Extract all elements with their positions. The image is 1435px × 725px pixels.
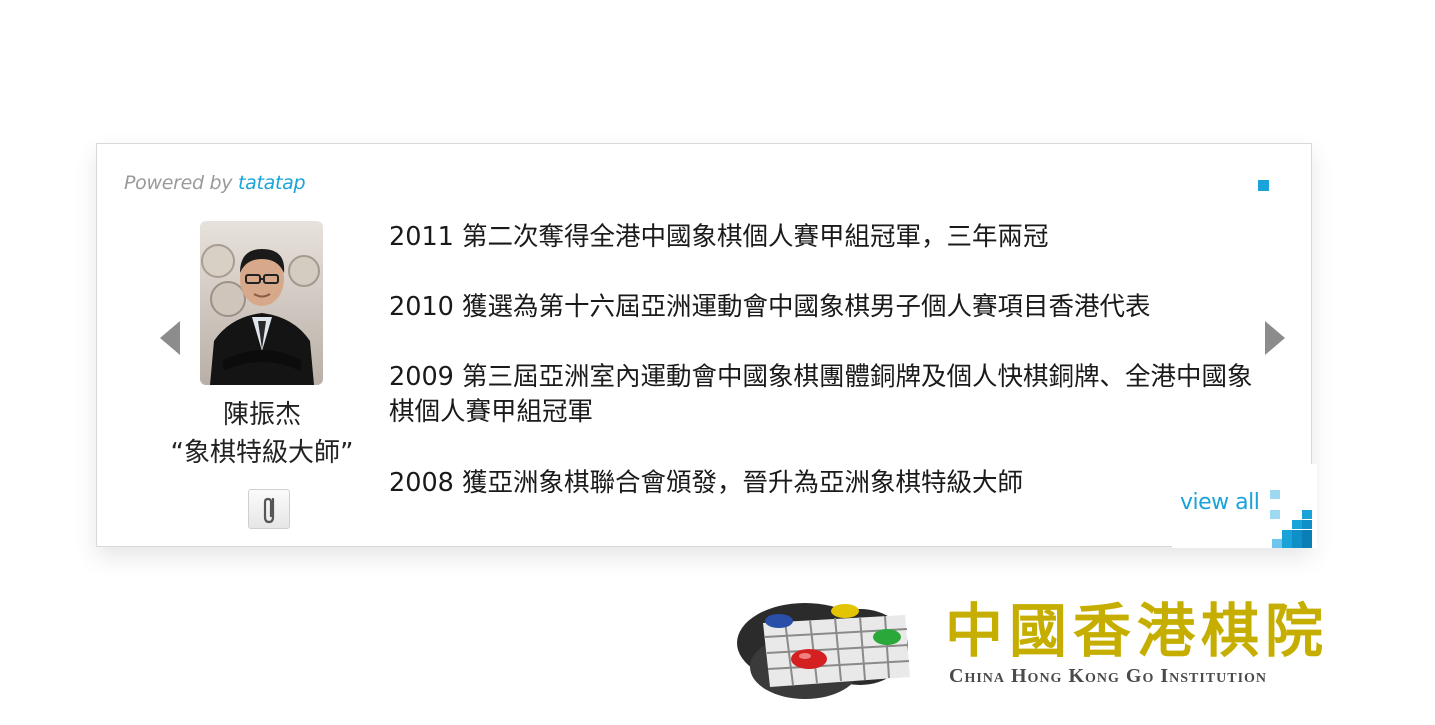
event-item: 2009 第三屆亞洲室內運動會中國象棋團體銅牌及個人快棋銅牌、全港中國象棋個人賽… [389,362,1253,427]
pixel-mosaic-icon [1270,490,1312,548]
logo-english-name: China Hong Kong Go Institution [949,665,1268,687]
attachment-button[interactable] [248,489,290,529]
go-board-logo-icon [737,603,910,699]
corner-square-icon [1258,180,1269,191]
profile-photo [200,221,323,385]
event-item: 2011 第二次奪得全港中國象棋個人賽甲組冠軍，三年兩冠 [389,222,1049,252]
logo-chinese-name: 中國香港棋院 [945,597,1330,665]
event-item: 2008 獲亞洲象棋聯合會頒發，晉升為亞洲象棋特級大師 [389,468,1024,498]
event-item: 2010 獲選為第十六屆亞洲運動會中國象棋男子個人賽項目香港代表 [389,292,1151,322]
profile-name: 陳振杰 [222,400,301,430]
previous-arrow-icon[interactable] [160,321,180,355]
next-arrow-icon[interactable] [1265,321,1285,355]
powered-by-label[interactable]: Powered by tatatap [124,172,306,194]
view-all-button[interactable]: view all [1172,464,1317,548]
profile-widget: Powered by tatatap 陳振杰 “象棋特級大師” 2011 第二次… [96,143,1317,548]
profile-title: “象棋特級大師” [170,438,354,468]
tatatap-brand-link[interactable]: tatatap [238,172,306,194]
institution-logo: 中國香港棋院 China Hong Kong Go Institution [735,595,1395,705]
powered-by-prefix: Powered by [124,172,238,194]
paperclip-icon [263,497,275,524]
